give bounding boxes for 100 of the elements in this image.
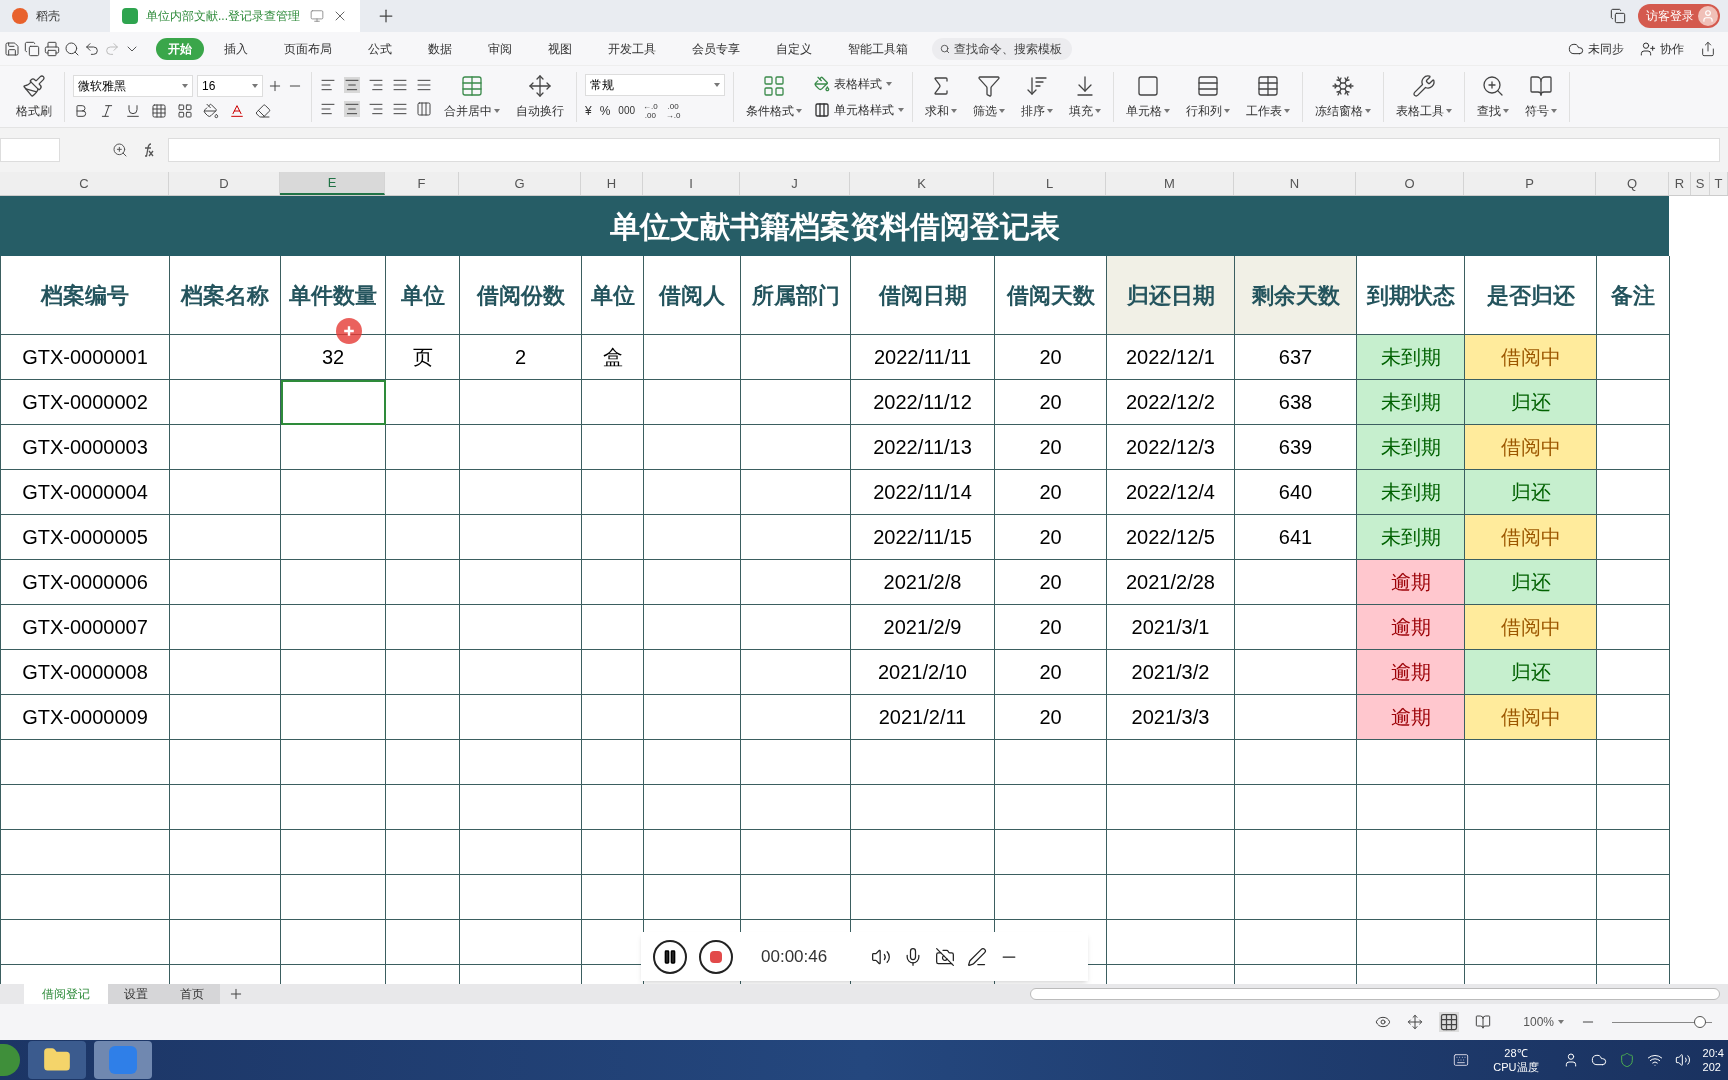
font-size-field[interactable]: 16	[197, 74, 263, 97]
column-header[interactable]: R	[1669, 172, 1691, 195]
underline-icon[interactable]	[125, 102, 141, 119]
column-header[interactable]: P	[1464, 172, 1596, 195]
keyboard-icon[interactable]	[1453, 1052, 1470, 1068]
zoom-icon[interactable]	[112, 142, 128, 158]
menu-tab[interactable]: 会员专享	[680, 37, 752, 60]
cell-style-button[interactable]: 单元格样式	[814, 100, 904, 119]
filter-button[interactable]: 筛选	[965, 68, 1013, 125]
clock[interactable]: 20:4 202	[1702, 1046, 1724, 1074]
pause-button[interactable]	[653, 939, 687, 974]
normal-view-icon[interactable]	[1439, 1012, 1460, 1032]
symbol-button[interactable]: 符号	[1517, 68, 1565, 125]
column-header[interactable]: M	[1106, 172, 1234, 195]
column-header[interactable]: E	[280, 172, 385, 195]
network-icon[interactable]	[1646, 1052, 1663, 1068]
font-field[interactable]: 微软雅黑	[73, 74, 193, 97]
sheet-tab[interactable]: 首页	[164, 984, 220, 1004]
currency-button[interactable]: ¥	[585, 101, 592, 120]
menu-tab[interactable]: 视图	[536, 37, 584, 60]
menu-tab[interactable]: 自定义	[764, 37, 824, 60]
conditional-format-button[interactable]: 条件格式	[738, 73, 810, 120]
rows-columns-button[interactable]: 行和列	[1178, 68, 1238, 125]
column-header[interactable]: O	[1356, 172, 1464, 195]
column-header[interactable]: J	[740, 172, 850, 195]
column-header[interactable]: N	[1234, 172, 1356, 195]
column-header[interactable]: L	[994, 172, 1106, 195]
menu-tab[interactable]: 公式	[356, 37, 404, 60]
menu-tab[interactable]: 插入	[212, 37, 260, 60]
thousands-button[interactable]: 000	[618, 103, 636, 118]
table-cell[interactable]	[281, 605, 386, 650]
table-tools-button[interactable]: 表格工具	[1388, 68, 1460, 125]
menu-tab[interactable]: 开发工具	[596, 37, 668, 60]
login-button[interactable]: 访客登录	[1638, 4, 1720, 28]
table-cell[interactable]	[281, 650, 386, 695]
fill-button[interactable]: 填充	[1061, 68, 1109, 125]
start-button[interactable]	[0, 1044, 20, 1076]
volume-icon[interactable]	[1674, 1052, 1691, 1068]
shield-icon[interactable]	[1618, 1052, 1635, 1068]
table-cell[interactable]	[281, 695, 386, 740]
column-header[interactable]: I	[643, 172, 740, 195]
preview-icon[interactable]	[64, 40, 80, 57]
zoom-level[interactable]: 100%	[1523, 1013, 1564, 1031]
horizontal-scrollbar[interactable]	[1030, 988, 1720, 1000]
column-header[interactable]: K	[850, 172, 994, 195]
print-icon[interactable]	[44, 40, 60, 57]
align-middle-icon[interactable]	[344, 76, 360, 93]
copy-icon[interactable]	[24, 40, 40, 57]
align-center-icon[interactable]	[344, 100, 360, 117]
column-header[interactable]: G	[459, 172, 581, 195]
number-format-field[interactable]: 常规	[585, 73, 725, 96]
cpu-temperature[interactable]: 28℃ CPU温度	[1493, 1046, 1539, 1074]
menu-tab[interactable]: 审阅	[476, 37, 524, 60]
table-cell[interactable]	[281, 515, 386, 560]
column-header[interactable]: C	[0, 172, 169, 195]
decrease-decimal-button[interactable]: .00 →.0	[665, 101, 681, 120]
find-button[interactable]: 查找	[1469, 68, 1517, 125]
eye-icon[interactable]	[1375, 1014, 1392, 1030]
cloud-icon[interactable]	[1590, 1052, 1607, 1068]
table-cell[interactable]	[281, 470, 386, 515]
table-cell[interactable]	[281, 560, 386, 605]
window-icon[interactable]	[1610, 8, 1626, 24]
document-tab[interactable]: 单位内部文献...登记录查管理	[110, 0, 360, 32]
table-cell[interactable]	[281, 380, 386, 425]
fill-color-icon[interactable]	[203, 102, 219, 119]
column-header[interactable]: S	[1691, 172, 1710, 195]
bold-icon[interactable]	[73, 102, 89, 119]
sheet-tab[interactable]: 借阅登记	[24, 984, 108, 1004]
wrap-text-button[interactable]: 自动换行	[508, 73, 572, 120]
page-view-icon[interactable]	[1475, 1014, 1492, 1030]
font-color-icon[interactable]	[229, 102, 245, 119]
table-cell[interactable]	[281, 425, 386, 470]
sort-button[interactable]: 排序	[1013, 68, 1061, 125]
camera-off-icon[interactable]	[935, 946, 956, 967]
cell-button[interactable]: 单元格	[1118, 68, 1178, 125]
column-header[interactable]: T	[1710, 172, 1728, 195]
merge-center-button[interactable]: 合并居中	[436, 73, 508, 120]
sync-status-button[interactable]: 未同步	[1568, 39, 1624, 58]
column-header[interactable]: H	[581, 172, 643, 195]
save-icon[interactable]	[4, 40, 20, 57]
sum-button[interactable]: 求和	[917, 68, 965, 125]
pen-icon[interactable]	[967, 946, 988, 967]
document-tab[interactable]: 稻壳	[0, 0, 110, 32]
menu-tab[interactable]: 页面布局	[272, 37, 344, 60]
column-header[interactable]: F	[385, 172, 459, 195]
menu-tab[interactable]: 数据	[416, 37, 464, 60]
sheet-tab[interactable]: 设置	[108, 984, 164, 1004]
increase-decimal-button[interactable]: ←.0 .00	[643, 101, 658, 120]
share-icon[interactable]	[1700, 40, 1716, 57]
format-painter-button[interactable]: 格式刷	[8, 73, 60, 120]
formula-input[interactable]	[168, 138, 1720, 162]
freeze-panes-button[interactable]: 冻结窗格	[1307, 68, 1379, 125]
worksheet-button[interactable]: 工作表	[1238, 68, 1298, 125]
border-icon[interactable]	[151, 102, 167, 119]
column-header[interactable]: Q	[1596, 172, 1669, 195]
percent-button[interactable]: %	[599, 101, 611, 120]
file-explorer-button[interactable]	[28, 1041, 86, 1079]
stop-button[interactable]	[699, 939, 733, 974]
collaborate-button[interactable]: 协作	[1640, 39, 1684, 58]
table-style-button[interactable]: 表格样式	[814, 74, 904, 93]
